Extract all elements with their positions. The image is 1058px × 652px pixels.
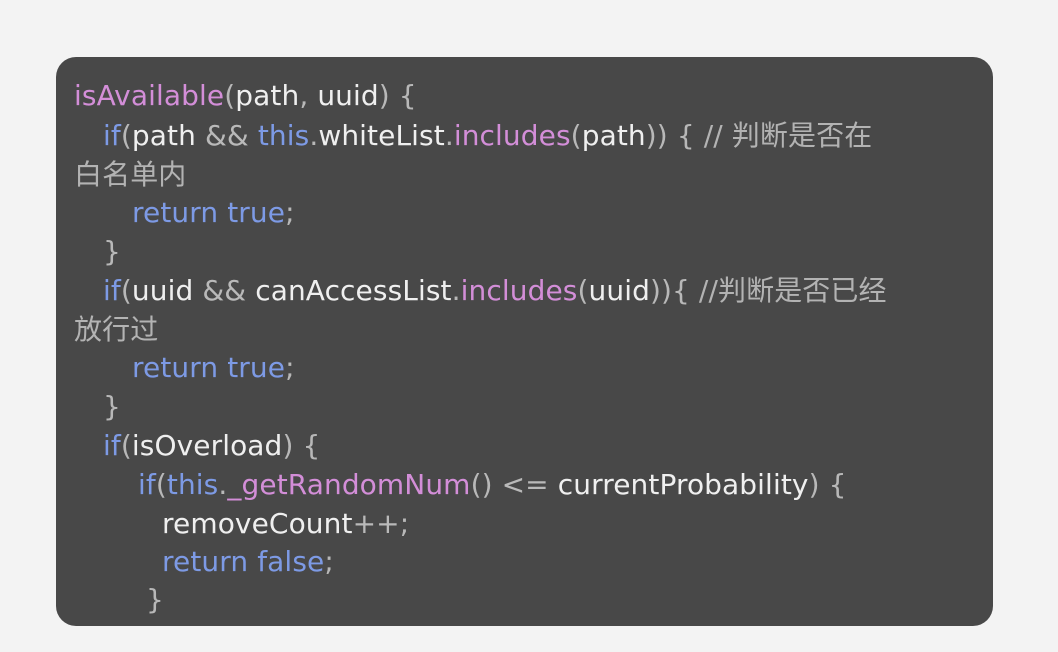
code-line-5: } <box>103 233 121 271</box>
code-line-2: if(path && this.whiteList.includes(path)… <box>103 117 872 155</box>
code-token: ; <box>324 545 334 578</box>
operator: ++ <box>352 507 400 540</box>
code-token: canAccessList <box>246 274 452 307</box>
operator: && <box>204 119 249 152</box>
code-token: . <box>451 274 461 307</box>
code-token: . <box>309 119 319 152</box>
function-name: isAvailable <box>74 79 225 112</box>
keyword: true <box>218 196 286 229</box>
code-token: isOverload <box>131 429 283 462</box>
keyword: if <box>138 468 156 501</box>
code-line-9: } <box>103 388 121 426</box>
code-line-3: 白名单内 <box>74 156 186 194</box>
code-token: path <box>581 119 646 152</box>
keyword: if <box>103 429 121 462</box>
code-token: ; <box>285 351 295 384</box>
code-token: ( <box>120 119 132 152</box>
function-name: includes <box>460 274 578 307</box>
code-token: ; <box>285 196 295 229</box>
keyword: return <box>162 545 249 578</box>
code-token: . <box>444 119 454 152</box>
code-token: ; <box>399 507 410 540</box>
code-comment: 放行过 <box>74 313 159 346</box>
code-token: ( <box>120 274 132 307</box>
code-line-7: 放行过 <box>74 311 158 349</box>
keyword: true <box>218 351 286 384</box>
code-token: currentProbability <box>548 468 809 501</box>
code-token: ( <box>155 468 167 501</box>
code-token: uuid <box>588 274 650 307</box>
code-token: ( <box>577 274 589 307</box>
code-token: uuid <box>308 79 379 112</box>
code-token: path <box>235 79 300 112</box>
function-name: includes <box>453 119 571 152</box>
code-token: } <box>103 235 121 268</box>
function-name: _getRandomNum <box>227 468 471 501</box>
code-token: ( <box>224 79 236 112</box>
code-token: ( <box>570 119 582 152</box>
code-token: } <box>103 390 121 423</box>
operator: <= <box>492 468 549 501</box>
code-snippet-card: isAvailable(path, uuid) { if(path && thi… <box>56 57 993 626</box>
code-line-6: if(uuid && canAccessList.includes(uuid))… <box>103 272 887 310</box>
keyword: return <box>132 351 219 384</box>
code-line-12: removeCount++; <box>162 505 409 543</box>
code-line-11: if(this._getRandomNum() <= currentProbab… <box>138 466 847 504</box>
code-token: )){ <box>649 274 690 307</box>
code-line-8: return true; <box>132 349 295 387</box>
keyword: false <box>248 545 325 578</box>
code-block: isAvailable(path, uuid) { if(path && thi… <box>74 67 975 626</box>
code-line-4: return true; <box>132 194 295 232</box>
code-token: } <box>146 583 164 616</box>
code-token: , <box>299 79 309 112</box>
keyword: return <box>132 196 219 229</box>
code-token: path <box>131 119 205 152</box>
code-token: removeCount <box>162 507 353 540</box>
code-line-13: return false; <box>162 543 334 581</box>
keyword: if <box>103 119 121 152</box>
code-token: )) { <box>645 119 695 152</box>
code-token: whiteList <box>318 119 445 152</box>
code-comment: 白名单内 <box>74 158 187 191</box>
code-token: () <box>470 468 493 501</box>
code-comment: //判断是否已经 <box>689 274 887 307</box>
code-line-10: if(isOverload) { <box>103 427 320 465</box>
code-token: uuid <box>131 274 203 307</box>
keyword: if <box>103 274 121 307</box>
code-token: ) { <box>378 79 417 112</box>
code-line-1: isAvailable(path, uuid) { <box>74 77 417 115</box>
keyword: this <box>248 119 310 152</box>
code-token: ) { <box>808 468 847 501</box>
code-token: ( <box>120 429 132 462</box>
operator: && <box>202 274 247 307</box>
code-token: ) { <box>282 429 321 462</box>
code-line-14: } <box>146 581 164 619</box>
code-comment: // 判断是否在 <box>694 119 873 152</box>
keyword: this <box>166 468 219 501</box>
